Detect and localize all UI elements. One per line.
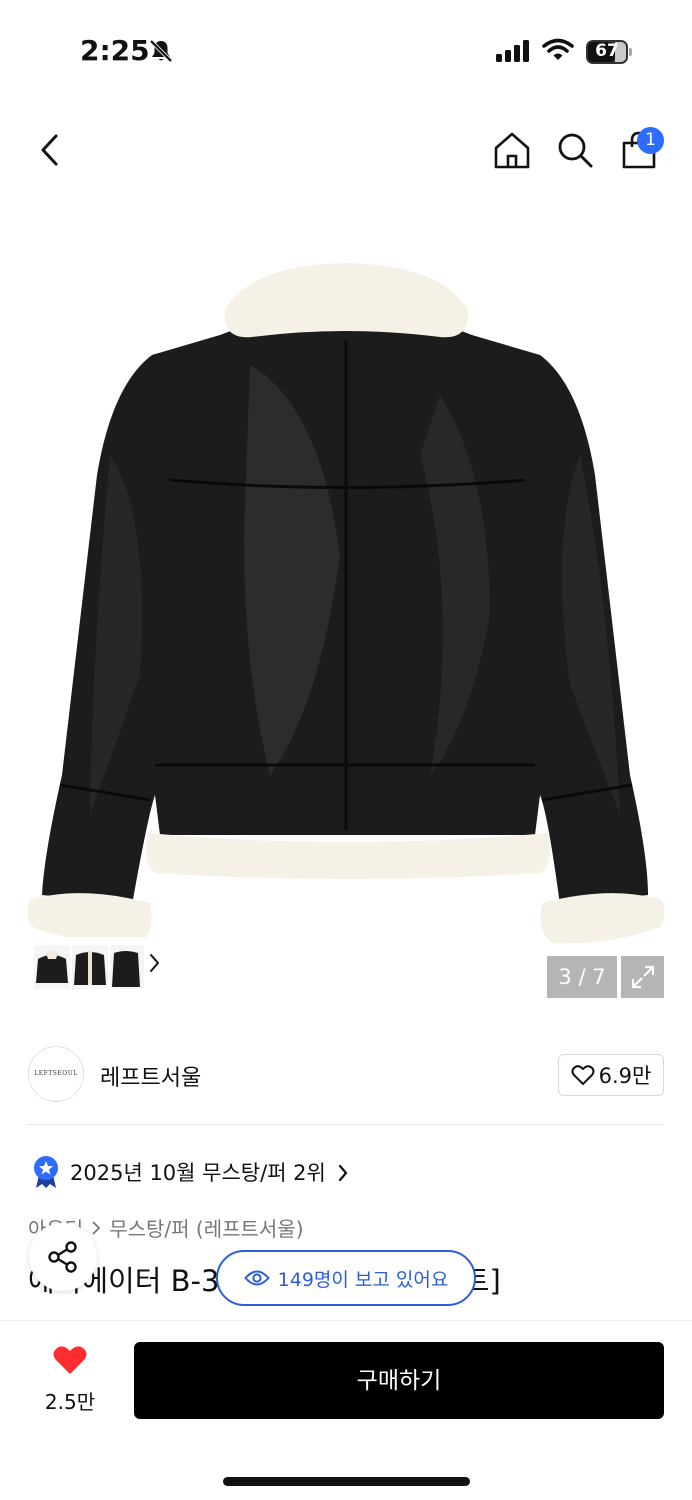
battery-icon: 67 bbox=[586, 40, 632, 64]
search-button[interactable] bbox=[551, 126, 599, 174]
brand-name[interactable]: 레프트서울 bbox=[100, 1060, 201, 1092]
chevron-left-icon bbox=[41, 134, 58, 166]
battery-level: 67 bbox=[595, 41, 619, 61]
ranking-badge-icon bbox=[34, 1156, 58, 1188]
viewers-text: 149명이 보고 있어요 bbox=[277, 1268, 449, 1291]
share-icon bbox=[48, 1241, 77, 1273]
back-button[interactable] bbox=[26, 126, 74, 174]
viewers-pill: 149명이 보고 있어요 bbox=[216, 1250, 476, 1306]
status-bar: 2:25 67 bbox=[0, 0, 692, 100]
thumbnail-strip[interactable] bbox=[28, 937, 159, 998]
home-indicator bbox=[223, 1477, 470, 1486]
product-photo[interactable] bbox=[20, 255, 672, 955]
status-time: 2:25 bbox=[80, 34, 150, 67]
silent-bell-icon bbox=[148, 38, 174, 68]
wish-count: 2.5만 bbox=[44, 1390, 96, 1414]
wish-button[interactable]: 2.5만 bbox=[40, 1344, 100, 1415]
chevron-right-icon[interactable] bbox=[337, 1163, 349, 1183]
eye-icon bbox=[243, 1270, 270, 1286]
brand-like-count: 6.9만 bbox=[598, 1064, 652, 1088]
chevron-right-icon bbox=[92, 1220, 101, 1235]
cart-count-badge: 1 bbox=[637, 127, 664, 154]
brand-logo[interactable]: LEFTSEOUL bbox=[28, 1046, 84, 1102]
divider bbox=[0, 1320, 692, 1321]
heart-filled-icon bbox=[53, 1346, 87, 1374]
home-button[interactable] bbox=[488, 126, 536, 174]
ranking-text[interactable]: 2025년 10월 무스탕/퍼 2위 bbox=[70, 1157, 326, 1187]
search-icon bbox=[558, 133, 593, 168]
divider bbox=[28, 1124, 664, 1125]
buy-button[interactable]: 구매하기 bbox=[134, 1342, 664, 1419]
home-icon bbox=[494, 132, 530, 169]
heart-outline-icon bbox=[571, 1065, 595, 1085]
wifi-icon bbox=[542, 38, 574, 66]
fullscreen-button[interactable] bbox=[621, 956, 664, 998]
thumbnail-images bbox=[34, 945, 144, 989]
breadcrumb-subcategory[interactable]: 무스탕/퍼 (레프트서울) bbox=[109, 1213, 303, 1242]
brand-like-button[interactable]: 6.9만 bbox=[558, 1054, 664, 1096]
expand-icon bbox=[631, 965, 654, 989]
cellular-signal-icon bbox=[496, 40, 532, 66]
chevron-right-icon bbox=[150, 954, 159, 972]
image-counter: 3 / 7 bbox=[547, 956, 617, 998]
share-button[interactable] bbox=[29, 1223, 97, 1291]
